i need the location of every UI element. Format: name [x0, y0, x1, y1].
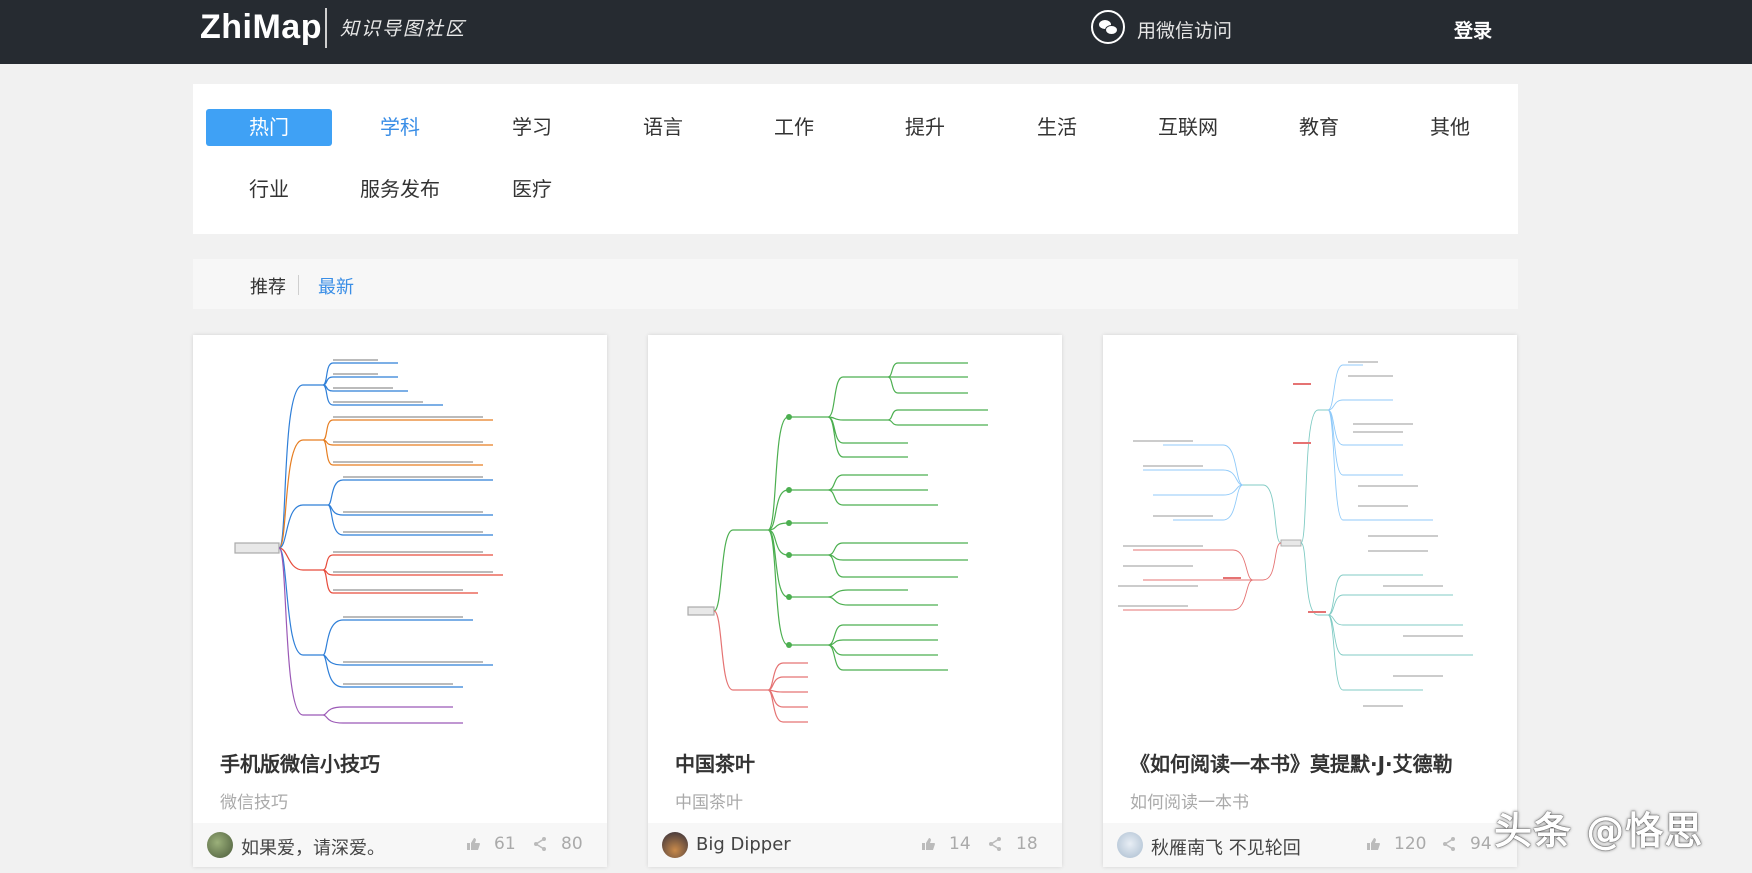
card-tag[interactable]: 中国茶叶	[675, 788, 743, 813]
thumbs-up-icon[interactable]	[921, 837, 935, 851]
category-medical[interactable]: 医疗	[469, 171, 595, 208]
card-tag[interactable]: 微信技巧	[220, 788, 288, 813]
category-internet[interactable]: 互联网	[1125, 109, 1251, 146]
category-study[interactable]: 学习	[469, 109, 595, 146]
category-hot[interactable]: 热门	[206, 109, 332, 146]
category-life[interactable]: 生活	[994, 109, 1120, 146]
filter-divider	[298, 275, 299, 295]
category-panel: 热门 学科 学习 语言 工作 提升 生活 互联网 教育 其他 行业 服务发布 医…	[193, 84, 1518, 234]
like-count: 120	[1394, 834, 1427, 854]
wechat-access-link[interactable]: 用微信访问	[1137, 16, 1232, 43]
card-footer: 如果爱，请深爱。 61 80	[193, 823, 607, 867]
share-count: 80	[561, 834, 583, 854]
author-name[interactable]: 如果爱，请深爱。	[241, 834, 385, 860]
share-icon[interactable]	[532, 836, 548, 852]
share-count: 94	[1470, 834, 1492, 854]
sort-filter-bar: 推荐 最新	[193, 259, 1518, 309]
category-service[interactable]: 服务发布	[337, 171, 463, 208]
category-subject[interactable]: 学科	[337, 109, 463, 146]
share-icon[interactable]	[1441, 836, 1457, 852]
login-button[interactable]: 登录	[1454, 16, 1492, 43]
category-language[interactable]: 语言	[600, 109, 726, 146]
share-icon[interactable]	[987, 836, 1003, 852]
author-avatar[interactable]	[1117, 832, 1143, 858]
logo-divider	[325, 8, 327, 48]
top-navbar: ZhiMap 知识导图社区 用微信访问 登录	[0, 0, 1752, 64]
filter-latest[interactable]: 最新	[318, 273, 354, 299]
card-footer: 秋雁南飞 不见轮回 120 94	[1103, 823, 1517, 867]
mindmap-card[interactable]: 手机版微信小技巧 微信技巧 如果爱，请深爱。 61 80	[193, 335, 607, 867]
site-slogan: 知识导图社区	[340, 18, 467, 40]
thumbs-up-icon[interactable]	[1366, 837, 1380, 851]
mindmap-card[interactable]: 《如何阅读一本书》莫提默·J·艾德勒 如何阅读一本书 秋雁南飞 不见轮回 120…	[1103, 335, 1517, 867]
mindmap-card[interactable]: 中国茶叶 中国茶叶 Big Dipper 14 18	[648, 335, 1062, 867]
like-count: 61	[494, 834, 516, 854]
watermark: 头条 @恪思	[1494, 809, 1704, 853]
author-avatar[interactable]	[662, 832, 688, 858]
share-count: 18	[1016, 834, 1038, 854]
card-title[interactable]: 《如何阅读一本书》莫提默·J·艾德勒	[1130, 748, 1453, 777]
filter-recommend[interactable]: 推荐	[250, 273, 286, 299]
author-name[interactable]: 秋雁南飞 不见轮回	[1151, 834, 1301, 860]
thumbs-up-icon[interactable]	[466, 837, 480, 851]
mindmap-thumbnail[interactable]	[193, 335, 607, 730]
like-count: 14	[949, 834, 971, 854]
mindmap-thumbnail[interactable]	[648, 335, 1062, 730]
card-footer: Big Dipper 14 18	[648, 823, 1062, 867]
category-other[interactable]: 其他	[1387, 109, 1513, 146]
wechat-icon[interactable]	[1091, 10, 1125, 44]
category-improve[interactable]: 提升	[862, 109, 988, 146]
card-title[interactable]: 手机版微信小技巧	[220, 748, 380, 777]
author-avatar[interactable]	[207, 832, 233, 858]
mindmap-thumbnail[interactable]	[1103, 335, 1517, 730]
site-logo[interactable]: ZhiMap	[200, 8, 322, 47]
category-industry[interactable]: 行业	[206, 171, 332, 208]
category-work[interactable]: 工作	[731, 109, 857, 146]
author-name[interactable]: Big Dipper	[696, 834, 791, 855]
category-education[interactable]: 教育	[1256, 109, 1382, 146]
card-title[interactable]: 中国茶叶	[675, 748, 755, 777]
card-tag[interactable]: 如何阅读一本书	[1130, 788, 1249, 813]
